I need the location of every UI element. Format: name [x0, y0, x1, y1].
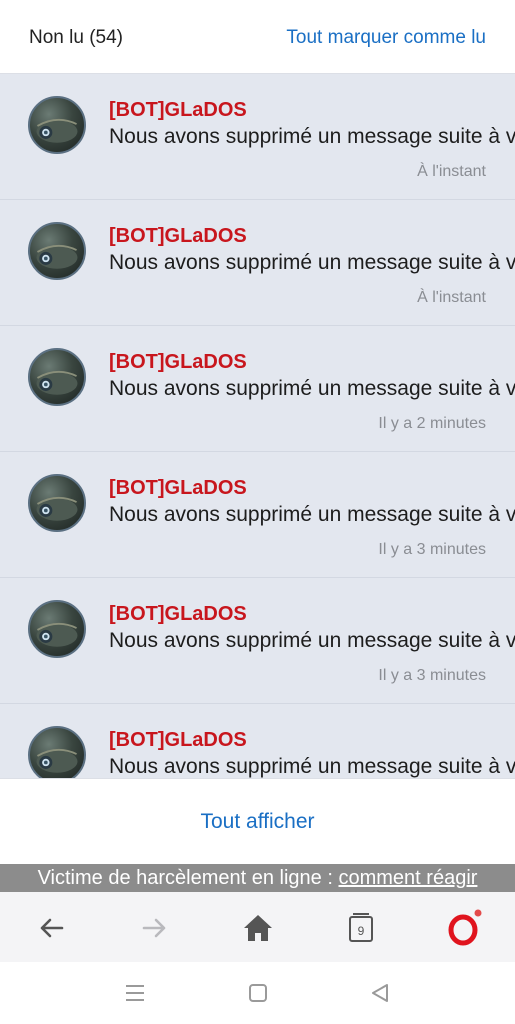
notification-message: Nous avons supprimé un message suite à v	[109, 377, 515, 400]
notification-item[interactable]: [BOT]GLaDOS Nous avons supprimé un messa…	[0, 74, 515, 200]
avatar	[28, 726, 86, 778]
notification-item[interactable]: [BOT]GLaDOS Nous avons supprimé un messa…	[0, 578, 515, 704]
avatar	[28, 96, 86, 154]
notification-time: À l'instant	[417, 289, 486, 306]
notification-author[interactable]: [BOT]GLaDOS	[109, 603, 247, 626]
show-all-bar: Tout afficher	[0, 778, 515, 864]
browser-toolbar: 9	[0, 892, 515, 962]
notification-author[interactable]: [BOT]GLaDOS	[109, 225, 247, 248]
notification-message: Nous avons supprimé un message suite à v	[109, 251, 515, 274]
harassment-banner: Victime de harcèlement en ligne : commen…	[0, 864, 515, 892]
banner-text: Victime de harcèlement en ligne :	[37, 867, 339, 889]
notification-item[interactable]: [BOT]GLaDOS Nous avons supprimé un messa…	[0, 704, 515, 778]
notification-item[interactable]: [BOT]GLaDOS Nous avons supprimé un messa…	[0, 200, 515, 326]
notification-time: À l'instant	[417, 163, 486, 180]
notification-item[interactable]: [BOT]GLaDOS Nous avons supprimé un messa…	[0, 326, 515, 452]
show-all-link[interactable]: Tout afficher	[0, 810, 515, 834]
notification-time: Il y a 2 minutes	[378, 415, 486, 432]
notification-message: Nous avons supprimé un message suite à v	[109, 503, 515, 526]
notification-author[interactable]: [BOT]GLaDOS	[109, 99, 247, 122]
glados-avatar-icon	[36, 118, 78, 143]
notifications-page: Non lu (54) Tout marquer comme lu [BOT]G…	[0, 0, 515, 1024]
notification-time: Il y a 3 minutes	[378, 667, 486, 684]
back-arrow-icon[interactable]	[30, 906, 74, 950]
avatar	[28, 474, 86, 532]
home-icon[interactable]	[236, 906, 280, 950]
tab-count: 9	[358, 924, 365, 938]
home-square-icon[interactable]	[244, 979, 272, 1007]
opera-logo-icon[interactable]	[441, 906, 485, 950]
avatar	[28, 222, 86, 280]
forward-arrow-icon[interactable]	[132, 906, 176, 950]
banner-link[interactable]: comment réagir	[338, 867, 477, 889]
avatar	[28, 600, 86, 658]
notification-list[interactable]: [BOT]GLaDOS Nous avons supprimé un messa…	[0, 74, 515, 778]
notification-author[interactable]: [BOT]GLaDOS	[109, 729, 247, 752]
glados-avatar-icon	[36, 370, 78, 395]
notification-time: Il y a 3 minutes	[378, 541, 486, 558]
tabs-icon[interactable]: 9	[339, 906, 383, 950]
notification-item[interactable]: [BOT]GLaDOS Nous avons supprimé un messa…	[0, 452, 515, 578]
menu-icon[interactable]	[121, 979, 149, 1007]
notification-message: Nous avons supprimé un message suite à v	[109, 629, 515, 652]
back-triangle-icon[interactable]	[366, 979, 394, 1007]
glados-avatar-icon	[36, 748, 78, 773]
notification-message: Nous avons supprimé un message suite à v	[109, 125, 515, 148]
notification-author[interactable]: [BOT]GLaDOS	[109, 351, 247, 374]
glados-avatar-icon	[36, 244, 78, 269]
glados-avatar-icon	[36, 496, 78, 521]
notifications-header: Non lu (54) Tout marquer comme lu	[0, 0, 515, 74]
glados-avatar-icon	[36, 622, 78, 647]
notification-message: Nous avons supprimé un message suite à v	[109, 755, 515, 778]
avatar	[28, 348, 86, 406]
mark-all-read-link[interactable]: Tout marquer comme lu	[286, 27, 486, 49]
notification-author[interactable]: [BOT]GLaDOS	[109, 477, 247, 500]
unread-count: Non lu (54)	[29, 27, 123, 48]
system-nav-bar	[0, 962, 515, 1024]
